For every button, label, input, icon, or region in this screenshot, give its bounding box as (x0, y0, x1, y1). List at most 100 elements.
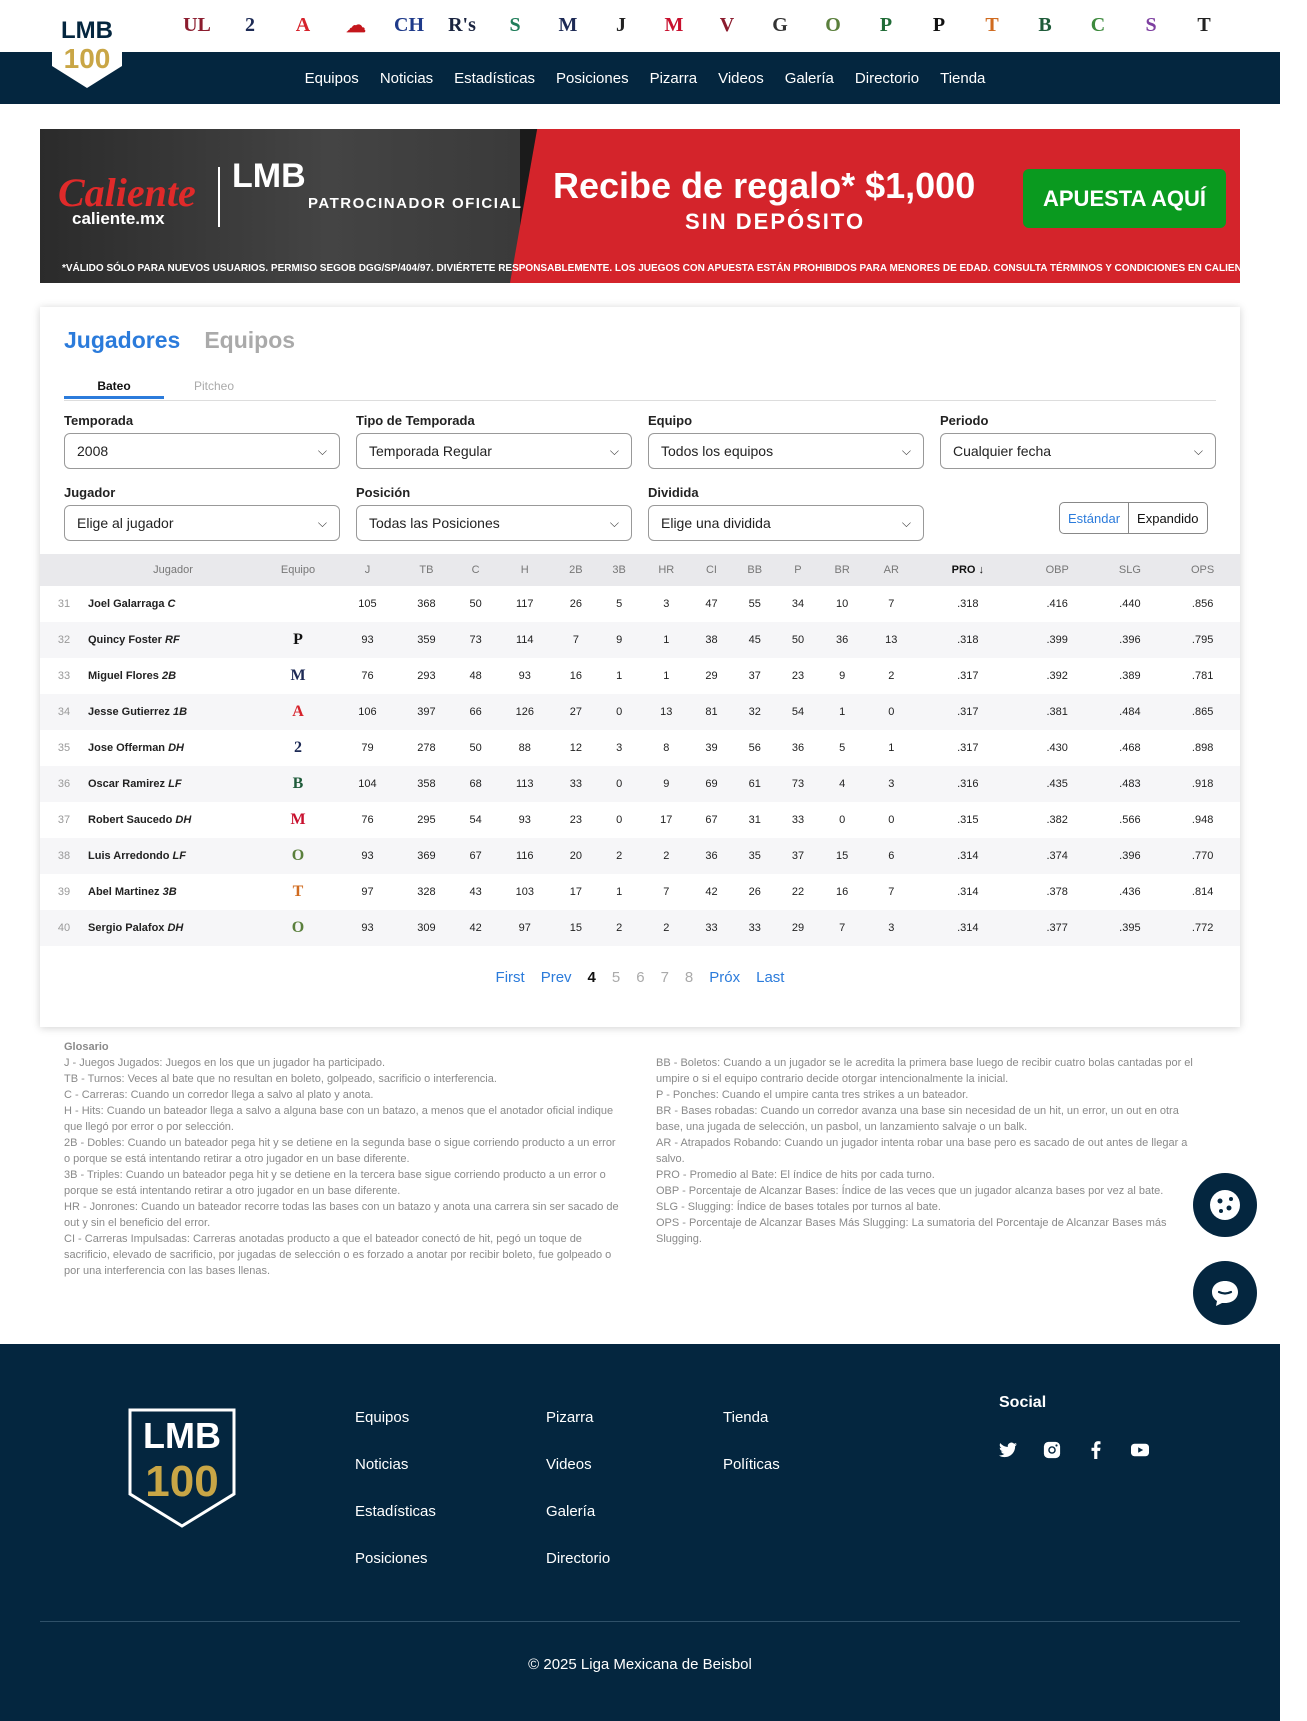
tab-players[interactable]: Jugadores (64, 327, 180, 354)
column-header[interactable]: C (455, 554, 496, 586)
pericos-logo[interactable]: P (867, 6, 905, 44)
mariachis-logo[interactable]: V (708, 6, 746, 44)
nav-galeria[interactable]: Galería (785, 70, 834, 87)
saraperos-logo[interactable]: S (496, 6, 534, 44)
subtab-batting[interactable]: Bateo (64, 379, 164, 399)
el-aguila-logo[interactable]: ☁ (337, 6, 375, 44)
tecolotes-logo[interactable]: T (1185, 6, 1223, 44)
subtab-pitching[interactable]: Pitcheo (164, 379, 264, 393)
footer-logo[interactable]: LMB 100 (124, 1404, 240, 1535)
nav-directorio[interactable]: Directorio (855, 70, 919, 87)
column-header[interactable]: J (338, 554, 397, 586)
footer-link[interactable]: Pizarra (546, 1409, 610, 1456)
column-header[interactable]: P (778, 554, 818, 586)
player-name-cell[interactable]: Jose Offerman DH (88, 730, 258, 766)
column-header[interactable]: HR (640, 554, 692, 586)
player-name-cell[interactable]: Joel Galarraga C (88, 586, 258, 622)
dos-laredos-logo[interactable]: 2 (231, 6, 269, 44)
player-name[interactable]: Sergio Palafox (88, 922, 164, 934)
nav-posiciones[interactable]: Posiciones (556, 70, 629, 87)
player-name[interactable]: Abel Martinez (88, 886, 160, 898)
youtube-icon[interactable] (1131, 1441, 1149, 1459)
olmecas-logo[interactable]: O (814, 6, 852, 44)
yucatan-logo[interactable]: M (549, 6, 587, 44)
season-select[interactable]: 2008 ⌵ (64, 433, 340, 469)
page-link[interactable]: 8 (685, 969, 693, 986)
player-name-cell[interactable]: Sergio Palafox DH (88, 910, 258, 946)
column-header[interactable]: CI (691, 554, 732, 586)
page-first-link[interactable]: First (496, 969, 525, 986)
player-name[interactable]: Jose Offerman (88, 742, 165, 754)
rieleros-logo[interactable]: R's (443, 6, 481, 44)
season-type-select[interactable]: Temporada Regular ⌵ (356, 433, 632, 469)
bravos-logo[interactable]: B (1026, 6, 1064, 44)
acereros-logo[interactable]: A (284, 6, 322, 44)
column-header[interactable]: BB (731, 554, 779, 586)
team-logo-icon[interactable]: 2 (286, 736, 310, 760)
footer-link[interactable]: Posiciones (355, 1550, 436, 1597)
team-logo-icon[interactable]: O (286, 916, 310, 940)
player-name-cell[interactable]: Miguel Flores 2B (88, 658, 258, 694)
team-logo-icon[interactable]: A (286, 700, 310, 724)
piratas-logo[interactable]: P (920, 6, 958, 44)
player-name-cell[interactable]: Abel Martinez 3B (88, 874, 258, 910)
footer-link[interactable]: Directorio (546, 1550, 610, 1597)
charros-logo[interactable]: CH (390, 6, 428, 44)
player-name-cell[interactable]: Luis Arredondo LF (88, 838, 258, 874)
standard-view-button[interactable]: Estándar (1060, 503, 1130, 533)
footer-link[interactable]: Políticas (723, 1456, 780, 1503)
team-logo-icon[interactable]: M (286, 808, 310, 832)
generales-logo[interactable]: G (761, 6, 799, 44)
column-header[interactable]: OPS (1165, 554, 1240, 586)
position-select[interactable]: Todas las Posiciones ⌵ (356, 505, 632, 541)
team-logo-icon[interactable]: T (286, 880, 310, 904)
nav-equipos[interactable]: Equipos (305, 70, 359, 87)
team-logo-icon[interactable]: M (286, 664, 310, 688)
footer-link[interactable]: Estadísticas (355, 1503, 436, 1550)
tigres-logo[interactable]: T (973, 6, 1011, 44)
diablos-logo[interactable]: M (655, 6, 693, 44)
player-name-cell[interactable]: Oscar Ramirez LF (88, 766, 258, 802)
player-name[interactable]: Jesse Gutierrez (88, 706, 170, 718)
toros-tijuana-logo[interactable]: J (602, 6, 640, 44)
footer-link[interactable]: Videos (546, 1456, 610, 1503)
footer-link[interactable]: Galería (546, 1503, 610, 1550)
expanded-view-button[interactable]: Expandido (1129, 503, 1206, 533)
player-name-cell[interactable]: Jesse Gutierrez 1B (88, 694, 258, 730)
player-name[interactable]: Miguel Flores (88, 670, 159, 682)
player-select[interactable]: Elige al jugador ⌵ (64, 505, 340, 541)
nav-noticias[interactable]: Noticias (380, 70, 433, 87)
column-header[interactable]: BR (817, 554, 867, 586)
union-laguna-logo[interactable]: UL (178, 6, 216, 44)
page-prev-link[interactable]: Prev (541, 969, 572, 986)
column-header[interactable]: 3B (597, 554, 641, 586)
page-last-link[interactable]: Last (756, 969, 784, 986)
page-link[interactable]: 7 (661, 969, 669, 986)
split-select[interactable]: Elige una dividida ⌵ (648, 505, 924, 541)
footer-link[interactable]: Noticias (355, 1456, 436, 1503)
page-next-link[interactable]: Próx (709, 969, 740, 986)
player-name[interactable]: Joel Galarraga (88, 598, 164, 610)
team-logo-icon[interactable] (286, 591, 310, 615)
period-select[interactable]: Cualquier fecha ⌵ (940, 433, 1216, 469)
team-logo-icon[interactable]: B (286, 772, 310, 796)
nav-pizarra[interactable]: Pizarra (650, 70, 698, 87)
team-logo-icon[interactable]: P (286, 628, 310, 652)
lmb-100-logo[interactable]: LMB 100 (48, 8, 126, 90)
column-header[interactable]: Equipo (258, 554, 338, 586)
instagram-icon[interactable] (1043, 1441, 1061, 1459)
page-link[interactable]: 5 (612, 969, 620, 986)
cookie-settings-button[interactable] (1193, 1173, 1257, 1237)
column-header[interactable]: PRO ↓ (915, 554, 1020, 586)
chat-button[interactable] (1193, 1261, 1257, 1325)
sultanes-logo[interactable]: S (1132, 6, 1170, 44)
footer-link[interactable]: Tienda (723, 1409, 780, 1456)
player-name-cell[interactable]: Quincy Foster RF (88, 622, 258, 658)
column-header[interactable]: H (495, 554, 555, 586)
conspiradores-logo[interactable]: C (1079, 6, 1117, 44)
player-name[interactable]: Oscar Ramirez (88, 778, 165, 790)
facebook-icon[interactable] (1087, 1441, 1105, 1459)
column-header[interactable]: SLG (1094, 554, 1166, 586)
player-name-cell[interactable]: Robert Saucedo DH (88, 802, 258, 838)
sponsor-banner[interactable]: Caliente caliente.mx LMB PATROCINADOR OF… (40, 129, 1240, 283)
